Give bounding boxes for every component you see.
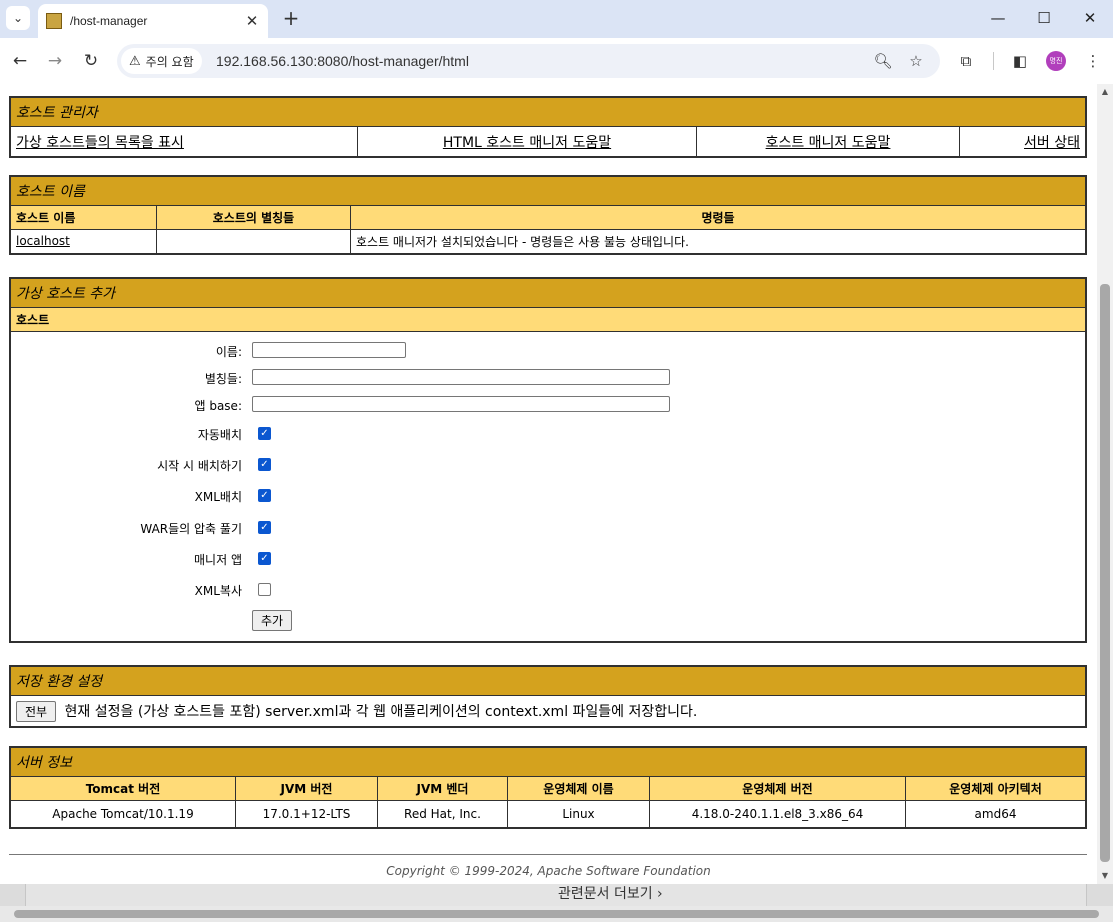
hscroll-thumb[interactable]	[14, 910, 1099, 918]
manager-app-label: 매니저 앱	[194, 553, 242, 567]
security-chip[interactable]: ⚠ 주의 요함	[121, 48, 202, 74]
scroll-down-icon[interactable]: ▼	[1097, 868, 1113, 884]
deploy-on-startup-label: 시작 시 배치하기	[157, 459, 242, 473]
scroll-up-icon[interactable]: ▲	[1097, 84, 1113, 100]
commands-cell: 호스트 매니저가 설치되었습니다 - 명령들은 사용 불능 상태입니다.	[350, 229, 1087, 254]
section-title: 호스트 이름	[9, 175, 1087, 206]
copyright-text: Copyright © 1999-2024, Apache Software F…	[386, 864, 711, 878]
copy-xml-label: XML복사	[194, 584, 242, 598]
column-header: 호스트 이름	[9, 205, 157, 230]
tab-strip: ⌄ /host-manager ✕ + — ☐ ✕	[0, 0, 1113, 38]
side-panel-icon[interactable]: ◧	[1009, 50, 1031, 72]
column-header: Tomcat 버전	[9, 776, 236, 801]
host-manager-help-link[interactable]: 호스트 매니저 도움말	[766, 135, 891, 151]
column-header: 명령들	[350, 205, 1087, 230]
deploy-on-startup-checkbox[interactable]: ✓	[258, 458, 271, 471]
column-header: 운영체제 이름	[507, 776, 650, 801]
persist-all-button[interactable]: 전부	[16, 700, 57, 722]
page-viewport: 호스트 관리자 가상 호스트들의 목록을 표시 HTML 호스트 매니저 도움말…	[0, 84, 1097, 884]
maximize-button[interactable]: ☐	[1021, 6, 1067, 30]
name-input[interactable]	[252, 342, 406, 358]
app-base-input[interactable]	[252, 396, 670, 412]
auto-deploy-label: 자동배치	[197, 428, 242, 442]
profile-avatar[interactable]: 명진	[1046, 51, 1066, 71]
unpack-wars-label: WAR들의 압축 풀기	[140, 522, 242, 536]
extensions-icon[interactable]: ⧉	[955, 50, 977, 72]
jvm-version-cell: 17.0.1+12-LTS	[235, 800, 378, 828]
url-text[interactable]: 192.168.56.130:8080/host-manager/html	[216, 44, 469, 78]
section-subtitle: 호스트	[9, 307, 1087, 332]
column-header: 운영체제 아키텍처	[905, 776, 1087, 801]
column-header: JVM 버전	[235, 776, 378, 801]
tab-title: /host-manager	[70, 14, 148, 28]
new-tab-button[interactable]: +	[280, 7, 302, 29]
column-header: JVM 벤더	[377, 776, 508, 801]
host-manager-table: 호스트 관리자 가상 호스트들의 목록을 표시 HTML 호스트 매니저 도움말…	[9, 96, 1087, 158]
tomcat-favicon-icon	[46, 13, 62, 29]
app-base-label: 앱 base:	[194, 399, 242, 413]
underlying-panel	[25, 884, 1087, 908]
vertical-scrollbar[interactable]: ▲ ▼	[1097, 84, 1113, 884]
localhost-link[interactable]: localhost	[16, 234, 70, 248]
section-title: 호스트 관리자	[9, 96, 1087, 127]
os-version-cell: 4.18.0-240.1.1.el8_3.x86_64	[649, 800, 906, 828]
name-label: 이름:	[215, 345, 242, 359]
deploy-xml-checkbox[interactable]: ✓	[258, 489, 271, 502]
persist-description: 현재 설정을 (가상 호스트들 포함) server.xml과 각 웹 애플리케…	[64, 703, 698, 720]
unpack-wars-checkbox[interactable]: ✓	[258, 521, 271, 534]
auto-deploy-checkbox[interactable]: ✓	[258, 427, 271, 440]
horizontal-scrollbar[interactable]	[0, 906, 1113, 922]
menu-icon[interactable]: ⋮	[1082, 50, 1104, 72]
reload-button[interactable]: ↻	[79, 49, 103, 73]
add-host-button[interactable]: 추가	[252, 610, 293, 631]
address-bar[interactable]: ⚠ 주의 요함 192.168.56.130:8080/host-manager…	[117, 44, 940, 78]
tomcat-version-cell: Apache Tomcat/10.1.19	[9, 800, 236, 828]
forward-button[interactable]: →	[43, 49, 67, 73]
column-header: 운영체제 버전	[649, 776, 906, 801]
host-name-table: 호스트 이름 호스트 이름 호스트의 별칭들 명령들 localhost 호스트…	[9, 175, 1087, 255]
deploy-xml-label: XML배치	[194, 490, 242, 504]
scrollbar-thumb[interactable]	[1100, 284, 1110, 862]
os-arch-cell: amd64	[905, 800, 1087, 828]
close-tab-icon[interactable]: ✕	[242, 11, 262, 31]
copy-xml-checkbox[interactable]	[258, 583, 271, 596]
zoom-icon[interactable]: 🔍︎	[872, 50, 894, 72]
html-help-link[interactable]: HTML 호스트 매니저 도움말	[443, 135, 611, 151]
list-virtual-hosts-link[interactable]: 가상 호스트들의 목록을 표시	[16, 135, 184, 151]
column-header: 호스트의 별칭들	[156, 205, 351, 230]
toolbar-divider	[993, 52, 994, 70]
server-status-link[interactable]: 서버 상태	[1024, 135, 1080, 151]
section-title: 가상 호스트 추가	[9, 277, 1087, 308]
tab-search-button[interactable]: ⌄	[6, 6, 30, 30]
browser-toolbar: ← → ↻ ⚠ 주의 요함 192.168.56.130:8080/host-m…	[0, 38, 1113, 84]
active-tab[interactable]: /host-manager ✕	[38, 4, 268, 38]
section-title: 서버 정보	[9, 746, 1087, 777]
os-name-cell: Linux	[507, 800, 650, 828]
add-host-form: 이름: 별칭들: 앱 base: 자동배치 ✓ 시작 시 배치하기 ✓ XML배…	[11, 332, 1085, 641]
bookmark-star-icon[interactable]: ☆	[905, 50, 927, 72]
aliases-label: 별칭들:	[204, 372, 242, 386]
table-row: Apache Tomcat/10.1.19 17.0.1+12-LTS Red …	[9, 800, 1087, 828]
security-chip-label: 주의 요함	[145, 54, 194, 69]
persist-table: 저장 환경 설정 전부 현재 설정을 (가상 호스트들 포함) server.x…	[9, 665, 1087, 728]
add-host-table: 가상 호스트 추가 호스트 이름: 별칭들: 앱 base: 자동배치 ✓ 시작…	[9, 277, 1087, 643]
minimize-button[interactable]: —	[975, 6, 1021, 30]
aliases-input[interactable]	[252, 369, 670, 385]
back-button[interactable]: ←	[8, 49, 32, 73]
section-title: 저장 환경 설정	[9, 665, 1087, 696]
footer-divider	[9, 854, 1087, 855]
manager-app-checkbox[interactable]: ✓	[258, 552, 271, 565]
table-row: localhost 호스트 매니저가 설치되었습니다 - 명령들은 사용 불능 …	[9, 229, 1087, 254]
close-window-button[interactable]: ✕	[1067, 6, 1113, 30]
jvm-vendor-cell: Red Hat, Inc.	[377, 800, 508, 828]
more-docs-link[interactable]: 관련문서 더보기 ›	[558, 884, 663, 904]
warning-icon: ⚠	[129, 53, 141, 69]
server-info-table: 서버 정보 Tomcat 버전 JVM 버전 JVM 벤더 운영체제 이름 운영…	[9, 746, 1087, 829]
aliases-cell	[156, 229, 351, 254]
